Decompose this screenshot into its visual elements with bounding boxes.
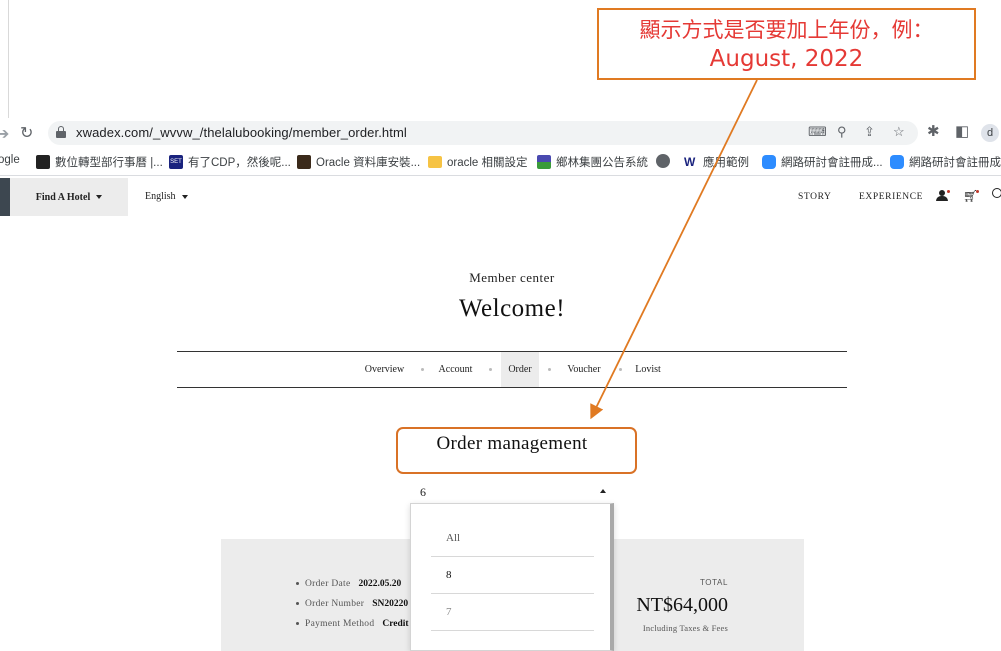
- page-title: Welcome!: [458, 295, 566, 322]
- dropdown-option-8[interactable]: 8: [431, 557, 594, 594]
- bullet-icon: [296, 622, 299, 626]
- tab-lovist[interactable]: Lovist: [631, 352, 665, 387]
- chevron-down-icon: [181, 194, 188, 199]
- language-select[interactable]: English: [145, 191, 188, 202]
- set-news-icon: SET: [169, 155, 183, 169]
- annotation-text-line2: August, 2022: [709, 46, 864, 72]
- bullet-icon: [296, 582, 299, 586]
- profile-avatar[interactable]: d: [981, 124, 999, 142]
- find-hotel-button[interactable]: Find A Hotel: [10, 178, 128, 216]
- member-center-label: Member center: [469, 270, 555, 285]
- bookmark-item[interactable]: [656, 154, 670, 168]
- bookmark-item[interactable]: 鄉林集團公告系統: [537, 154, 648, 170]
- bookmark-item[interactable]: 網路研討會註冊成...: [762, 154, 883, 170]
- bookmark-item[interactable]: oracle 相關設定: [428, 154, 528, 170]
- notification-dot: [976, 190, 979, 193]
- omnibox[interactable]: xwadex.com/_wvvw_/thelalubooking/member_…: [48, 121, 918, 145]
- search-icon[interactable]: [992, 188, 1001, 198]
- annotation-text-line1: 顯示方式是否要加上年份，例：: [639, 18, 934, 42]
- bookmark-item[interactable]: Oracle 資料庫安裝...: [297, 154, 420, 170]
- site-logo-icon: [537, 155, 551, 169]
- tab-separator: [619, 368, 622, 371]
- zoom-icon[interactable]: ⚲: [837, 124, 847, 140]
- tab-overview[interactable]: Overview: [357, 352, 412, 387]
- translate-icon[interactable]: ⌨: [808, 124, 827, 140]
- payment-method-row: Payment Method Credit: [296, 619, 409, 629]
- bookmark-item[interactable]: 數位轉型部行事曆 |...: [36, 154, 163, 170]
- zoom-icon: [890, 155, 904, 169]
- order-number-row: Order Number SN20220: [296, 599, 408, 609]
- site-header: Find A Hotel English STORY EXPERIENCE 🛒︎: [0, 178, 1001, 216]
- tax-note: Including Taxes & Fees: [642, 623, 728, 633]
- window-edge: [8, 0, 9, 118]
- bullet-icon: [296, 602, 299, 606]
- chevron-up-icon: [600, 489, 606, 493]
- extensions-icon[interactable]: ✱: [927, 122, 940, 140]
- month-dropdown-menu: All 8 7: [410, 503, 614, 651]
- total-amount: NT$64,000: [636, 594, 728, 616]
- zoom-icon: [762, 155, 776, 169]
- calendar-app-icon: [36, 155, 50, 169]
- tab-voucher[interactable]: Voucher: [560, 352, 608, 387]
- share-icon[interactable]: ⇪: [864, 124, 875, 140]
- bookmarks-bar: ogle 數位轉型部行事曆 |... SET 有了CDP，然後呢... Orac…: [0, 150, 1001, 174]
- url-text[interactable]: xwadex.com/_wvvw_/thelalubooking/member_…: [76, 125, 407, 140]
- chrome-divider: [0, 175, 1001, 176]
- tab-separator: [421, 368, 424, 371]
- month-select-value: 6: [420, 485, 426, 499]
- dropdown-option-all[interactable]: All: [431, 520, 594, 557]
- nav-story-link[interactable]: STORY: [798, 192, 831, 202]
- bookmark-item[interactable]: 網路研討會註冊成...: [890, 154, 1001, 170]
- side-panel-icon[interactable]: ◧: [955, 122, 969, 140]
- reload-icon[interactable]: ↻: [20, 123, 33, 143]
- nav-experience-link[interactable]: EXPERIENCE: [859, 192, 923, 202]
- notification-dot: [947, 190, 950, 193]
- folder-icon: [428, 156, 442, 168]
- globe-icon: [656, 154, 670, 168]
- member-tabs: Overview Account Order Voucher Lovist: [177, 351, 847, 388]
- bookmark-item[interactable]: ogle: [0, 154, 20, 166]
- tab-separator: [548, 368, 551, 371]
- oracle-book-icon: [297, 155, 311, 169]
- forward-icon[interactable]: ➔: [0, 124, 9, 144]
- chevron-down-icon: [96, 195, 103, 199]
- annotation-highlight-box: [396, 427, 637, 474]
- tab-account[interactable]: Account: [433, 352, 478, 387]
- order-date-row: Order Date 2022.05.20: [296, 579, 401, 589]
- bookmark-star-icon[interactable]: ☆: [893, 124, 905, 140]
- tab-separator: [489, 368, 492, 371]
- annotation-callout: 顯示方式是否要加上年份，例： August, 2022: [597, 8, 976, 80]
- address-bar-row: ➔ ↻ xwadex.com/_wvvw_/thelalubooking/mem…: [0, 120, 1001, 148]
- bookmark-item[interactable]: SET 有了CDP，然後呢...: [169, 154, 291, 170]
- lock-icon[interactable]: [56, 126, 66, 138]
- bookmark-item[interactable]: W 應用範例: [684, 154, 749, 170]
- tab-order[interactable]: Order: [501, 352, 539, 387]
- dropdown-option-7[interactable]: 7: [431, 594, 594, 631]
- month-select[interactable]: 6: [412, 481, 610, 501]
- logo-strip: [0, 178, 10, 216]
- webflow-icon: W: [684, 155, 696, 169]
- total-label: TOTAL: [699, 578, 728, 587]
